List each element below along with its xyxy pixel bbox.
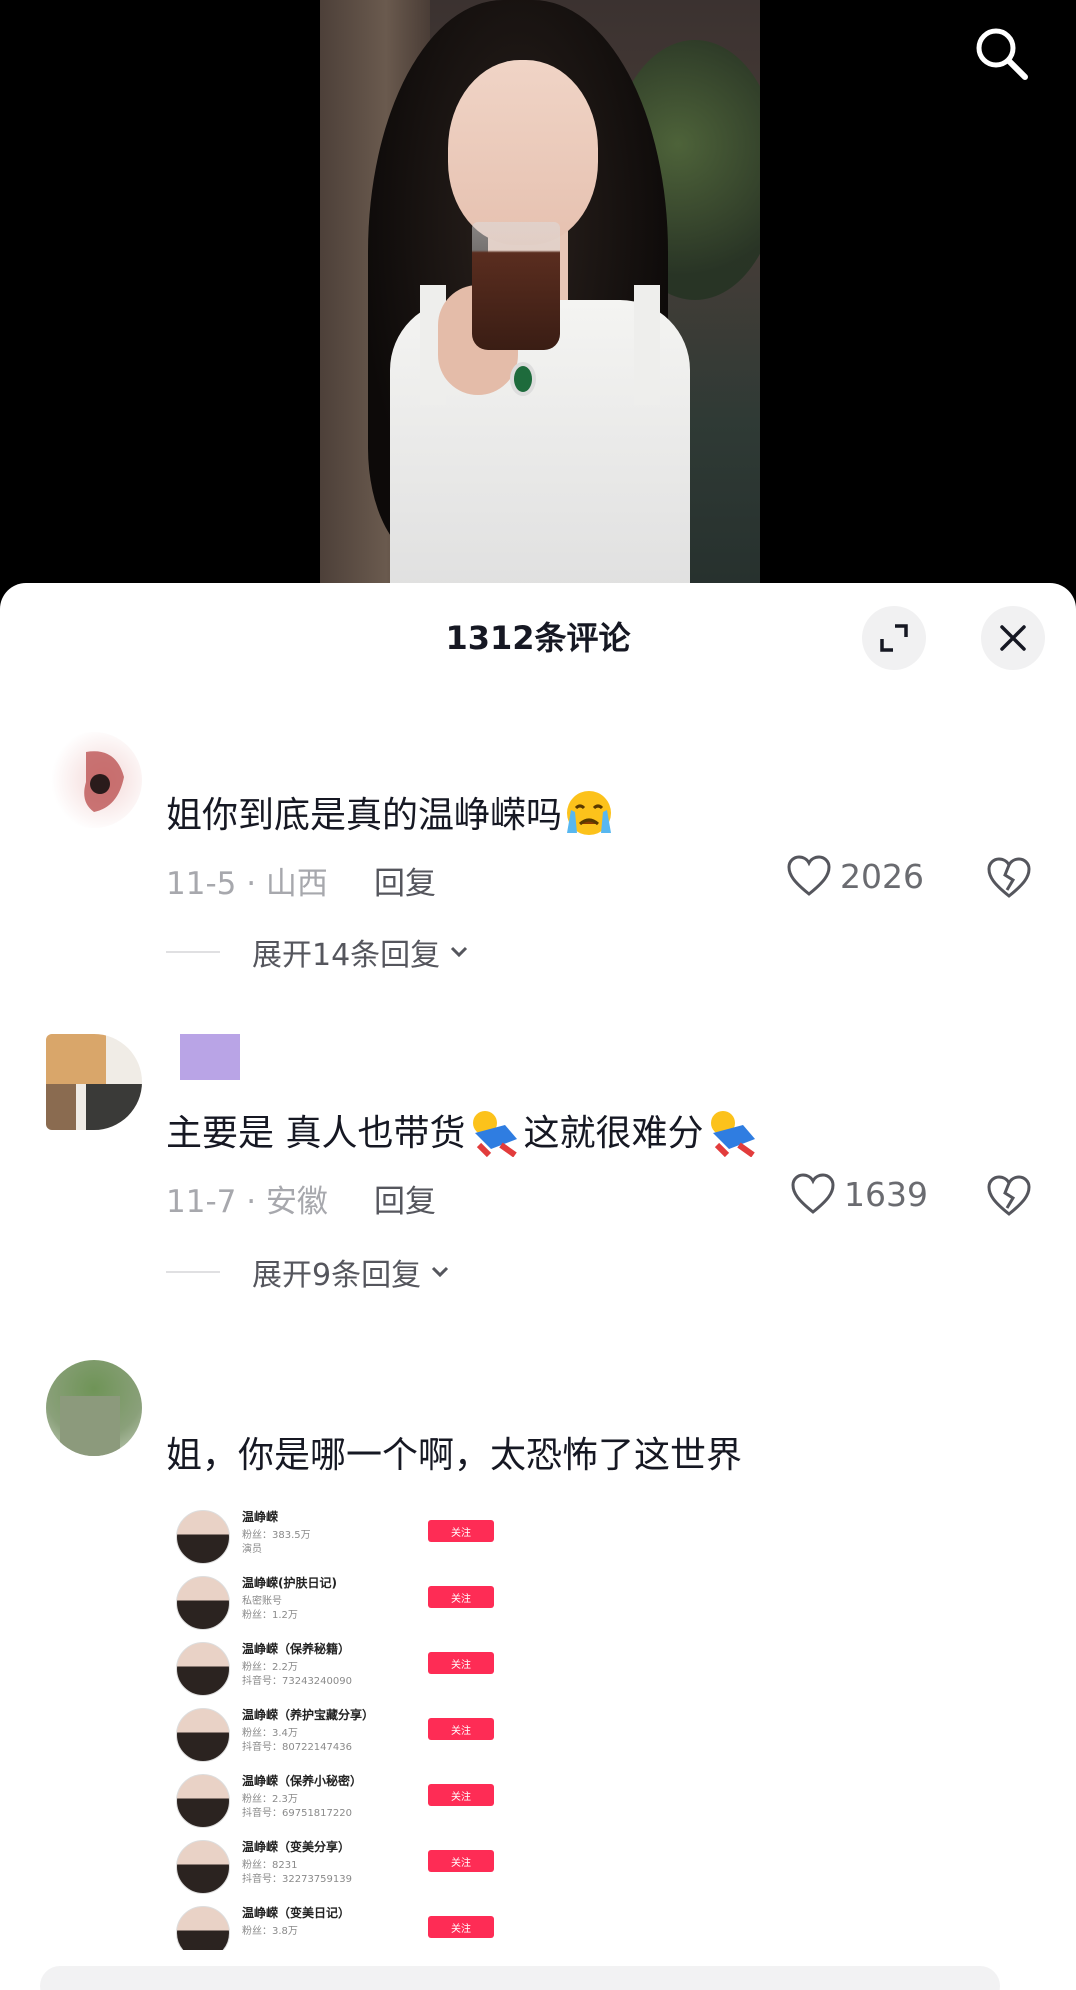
broken-heart-icon	[987, 857, 1031, 898]
heart-icon	[787, 855, 831, 896]
follow-button: 关注	[428, 1916, 494, 1938]
avatar[interactable]	[46, 1034, 142, 1130]
dislike-button[interactable]	[986, 1174, 1032, 1220]
account-avatar	[176, 1576, 230, 1630]
reply-button[interactable]: 回复	[374, 1176, 436, 1221]
avatar[interactable]	[46, 732, 142, 828]
account-avatar	[176, 1510, 230, 1564]
video-frame	[320, 0, 760, 600]
avatar[interactable]	[46, 1360, 142, 1456]
chevron-down-icon	[432, 1266, 449, 1278]
account-avatar	[176, 1774, 230, 1828]
search-icon[interactable]	[966, 18, 1036, 88]
rolling-laugh-emoji	[465, 1105, 523, 1166]
comment-text: 姐你到底是真的温峥嵘吗	[166, 786, 616, 847]
heart-icon	[791, 1173, 835, 1214]
comment-text: 主要是 真人也带货 这就很难分	[166, 1104, 761, 1166]
follow-button: 关注	[428, 1718, 494, 1740]
follow-button: 关注	[428, 1586, 494, 1608]
comment-date-location: 11-7 · 安徽	[166, 1184, 328, 1220]
comment-date-location: 11-5 · 山西	[166, 866, 328, 902]
broken-heart-icon	[987, 1175, 1031, 1216]
account-row: 温峥嵘（保养小秘密） 粉丝：2.3万 抖音号：69751817220 关注	[166, 1770, 510, 1832]
rolling-laugh-emoji	[703, 1105, 761, 1166]
account-row: 温峥嵘（变美分享） 粉丝：8231 抖音号：32273759139 关注	[166, 1836, 510, 1898]
expand-replies-button[interactable]: 展开14条回复	[166, 930, 472, 974]
account-row: 温峥嵘（保养秘籍） 粉丝：2.2万 抖音号：73243240090 关注	[166, 1638, 510, 1700]
comment-image[interactable]: 温峥嵘 粉丝：383.5万 演员 关注 温峥嵘(护肤日记) 私密账号 粉丝：1.…	[166, 1502, 510, 1950]
close-button[interactable]	[981, 606, 1045, 670]
account-avatar	[176, 1840, 230, 1894]
chevron-down-icon	[451, 946, 468, 958]
follow-button: 关注	[428, 1652, 494, 1674]
account-row: 温峥嵘（变美日记） 粉丝：3.8万 关注	[166, 1902, 510, 1950]
expand-icon	[880, 624, 908, 652]
account-row: 温峥嵘（养护宝藏分享） 粉丝：3.4万 抖音号：80722147436 关注	[166, 1704, 510, 1766]
video-player[interactable]	[0, 0, 1076, 600]
account-row: 温峥嵘(护肤日记) 私密账号 粉丝：1.2万 关注	[166, 1572, 510, 1634]
close-icon	[1000, 625, 1026, 651]
account-avatar	[176, 1906, 230, 1950]
like-count: 1639	[844, 1174, 928, 1214]
dislike-button[interactable]	[986, 856, 1032, 902]
reply-button[interactable]: 回复	[374, 858, 436, 903]
redacted-username	[180, 1034, 240, 1080]
account-row: 温峥嵘 粉丝：383.5万 演员 关注	[166, 1506, 510, 1568]
account-avatar	[176, 1642, 230, 1696]
like-count: 2026	[840, 856, 924, 896]
follow-button: 关注	[428, 1784, 494, 1806]
account-avatar	[176, 1708, 230, 1762]
comment-text: 姐，你是哪一个啊，太恐怖了这世界	[166, 1435, 743, 1476]
expand-replies-button[interactable]: 展开9条回复	[166, 1250, 453, 1294]
follow-button: 关注	[428, 1850, 494, 1872]
like-button[interactable]: 2026	[786, 854, 924, 898]
crying-emoji	[562, 788, 616, 847]
like-button[interactable]: 1639	[790, 1172, 928, 1216]
comment-input[interactable]	[40, 1966, 1000, 1990]
follow-button: 关注	[428, 1520, 494, 1542]
expand-button[interactable]	[862, 606, 926, 670]
